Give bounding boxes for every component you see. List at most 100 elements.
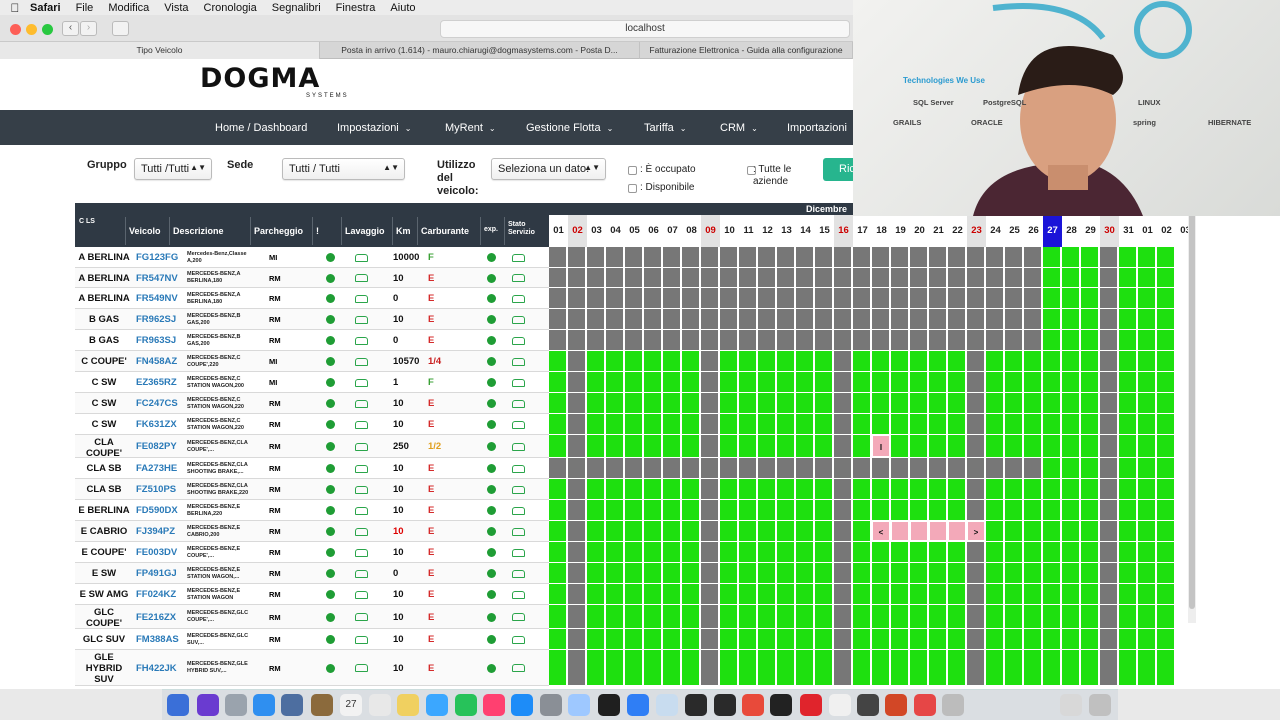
xcode-icon[interactable] xyxy=(568,694,590,716)
calendar-cell[interactable] xyxy=(1024,351,1042,371)
calendar-cell[interactable] xyxy=(1081,414,1099,434)
calendar-cell[interactable] xyxy=(853,309,871,329)
calendar-cell[interactable] xyxy=(1100,288,1118,308)
calendar-cell[interactable] xyxy=(891,247,909,267)
calendar-cell[interactable] xyxy=(549,393,567,413)
calendar-cell[interactable] xyxy=(739,330,757,350)
calendar-cell[interactable] xyxy=(815,500,833,520)
calendar-cell[interactable] xyxy=(834,414,852,434)
day-header-19[interactable]: 19 xyxy=(891,215,910,247)
calendar-cell[interactable] xyxy=(1024,309,1042,329)
calendar-cell[interactable] xyxy=(682,458,700,478)
calendar-cell[interactable] xyxy=(910,288,928,308)
calendar-cell[interactable] xyxy=(663,288,681,308)
calendar-cell[interactable] xyxy=(549,435,567,457)
calendar-cell[interactable] xyxy=(739,351,757,371)
calendar-cell[interactable] xyxy=(853,584,871,604)
day-header-4[interactable]: 04 xyxy=(606,215,625,247)
calendar-cell[interactable] xyxy=(1043,584,1061,604)
calendar-cell[interactable] xyxy=(967,351,985,371)
calendar-cell[interactable] xyxy=(587,584,605,604)
calendar-cell[interactable] xyxy=(1138,351,1156,371)
calendar-cell[interactable] xyxy=(834,563,852,583)
calendar-cell[interactable] xyxy=(1024,500,1042,520)
calendar-cell[interactable] xyxy=(739,650,757,685)
calendar-cell[interactable] xyxy=(1005,605,1023,628)
calendar-cell[interactable] xyxy=(644,414,662,434)
calendar-cell[interactable] xyxy=(1005,268,1023,287)
nav-item-1[interactable]: Impostazioni ⌄ xyxy=(337,122,411,134)
service-car-icon[interactable] xyxy=(512,613,525,621)
day-header-26[interactable]: 26 xyxy=(1024,215,1043,247)
calendar-cell[interactable] xyxy=(644,393,662,413)
calendar-cell[interactable] xyxy=(606,629,624,649)
day-header-33[interactable]: 02 xyxy=(1157,215,1176,247)
calendar-cell[interactable] xyxy=(701,458,719,478)
calendar-cell[interactable] xyxy=(891,650,909,685)
calendar-cell[interactable] xyxy=(777,605,795,628)
calendar-cell[interactable] xyxy=(1043,629,1061,649)
calendar-cell[interactable] xyxy=(834,629,852,649)
calendar-cell[interactable] xyxy=(682,563,700,583)
scrollbar-thumb[interactable] xyxy=(1189,209,1195,609)
calendar-cell[interactable] xyxy=(929,247,947,267)
calendar-cell[interactable] xyxy=(1062,458,1080,478)
calendar-cell[interactable] xyxy=(910,351,928,371)
calendar-cell[interactable] xyxy=(758,414,776,434)
calendar-cell[interactable] xyxy=(986,309,1004,329)
day-header-9[interactable]: 09 xyxy=(701,215,720,247)
calendar-cell[interactable] xyxy=(815,268,833,287)
calendar-cell[interactable] xyxy=(663,479,681,499)
calendar-cell[interactable] xyxy=(739,393,757,413)
calendar-cell[interactable] xyxy=(967,268,985,287)
calendar-cell[interactable] xyxy=(625,521,643,541)
calendar-cell[interactable] xyxy=(986,414,1004,434)
calendar-cell[interactable] xyxy=(891,288,909,308)
calendar-cell[interactable] xyxy=(587,247,605,267)
calendar-cell[interactable] xyxy=(568,605,586,628)
nav-item-2[interactable]: MyRent ⌄ xyxy=(445,122,496,134)
calendar-cell[interactable] xyxy=(872,247,890,267)
calendar-cell[interactable] xyxy=(720,521,738,541)
plate-link[interactable]: FE216ZX xyxy=(136,612,176,623)
calendar-cell[interactable] xyxy=(891,563,909,583)
calendar-cell[interactable] xyxy=(1100,247,1118,267)
calendar-cell[interactable] xyxy=(739,500,757,520)
calendar-cell[interactable] xyxy=(758,247,776,267)
calendar-cell[interactable] xyxy=(777,414,795,434)
calendar-cell[interactable] xyxy=(1100,393,1118,413)
calendar-cell[interactable] xyxy=(796,247,814,267)
calendar-cell[interactable] xyxy=(910,309,928,329)
calendar-cell[interactable] xyxy=(796,521,814,541)
calendar-cell[interactable] xyxy=(701,629,719,649)
calendar-cell[interactable] xyxy=(663,500,681,520)
menu-vista[interactable]: Vista xyxy=(164,2,188,14)
calendar-cell[interactable] xyxy=(1024,563,1042,583)
day-header-30[interactable]: 30 xyxy=(1100,215,1119,247)
calendar-cell[interactable] xyxy=(834,309,852,329)
table-row[interactable]: A BERLINA FR549NV MERCEDES-BENZ,A BERLINA,… xyxy=(75,288,1175,309)
calendar-cell[interactable] xyxy=(1119,521,1137,541)
calendar-cell[interactable] xyxy=(986,268,1004,287)
maps-icon[interactable] xyxy=(627,694,649,716)
calendar-cell[interactable] xyxy=(663,629,681,649)
plate-link[interactable]: EZ365RZ xyxy=(136,377,177,388)
calendar-cell[interactable] xyxy=(606,479,624,499)
calendar-cell[interactable] xyxy=(891,605,909,628)
calendar-cell[interactable] xyxy=(1024,629,1042,649)
calendar-cell[interactable] xyxy=(568,542,586,562)
calendar-cell[interactable] xyxy=(1157,650,1175,685)
calendar-cell[interactable] xyxy=(834,268,852,287)
calendar-cell[interactable] xyxy=(625,650,643,685)
calendar-cell[interactable] xyxy=(1157,288,1175,308)
davinci-icon[interactable] xyxy=(857,694,879,716)
day-header-27[interactable]: 27 xyxy=(1043,215,1062,247)
calendar-cell[interactable] xyxy=(1005,458,1023,478)
calendar-cell[interactable] xyxy=(929,268,947,287)
calendar-cell[interactable] xyxy=(1138,584,1156,604)
calendar-cell[interactable] xyxy=(1138,435,1156,457)
calendar-cell[interactable] xyxy=(720,479,738,499)
calendar-cell[interactable] xyxy=(1157,393,1175,413)
menu-file[interactable]: File xyxy=(76,2,94,14)
calendar-cell[interactable] xyxy=(1119,330,1137,350)
